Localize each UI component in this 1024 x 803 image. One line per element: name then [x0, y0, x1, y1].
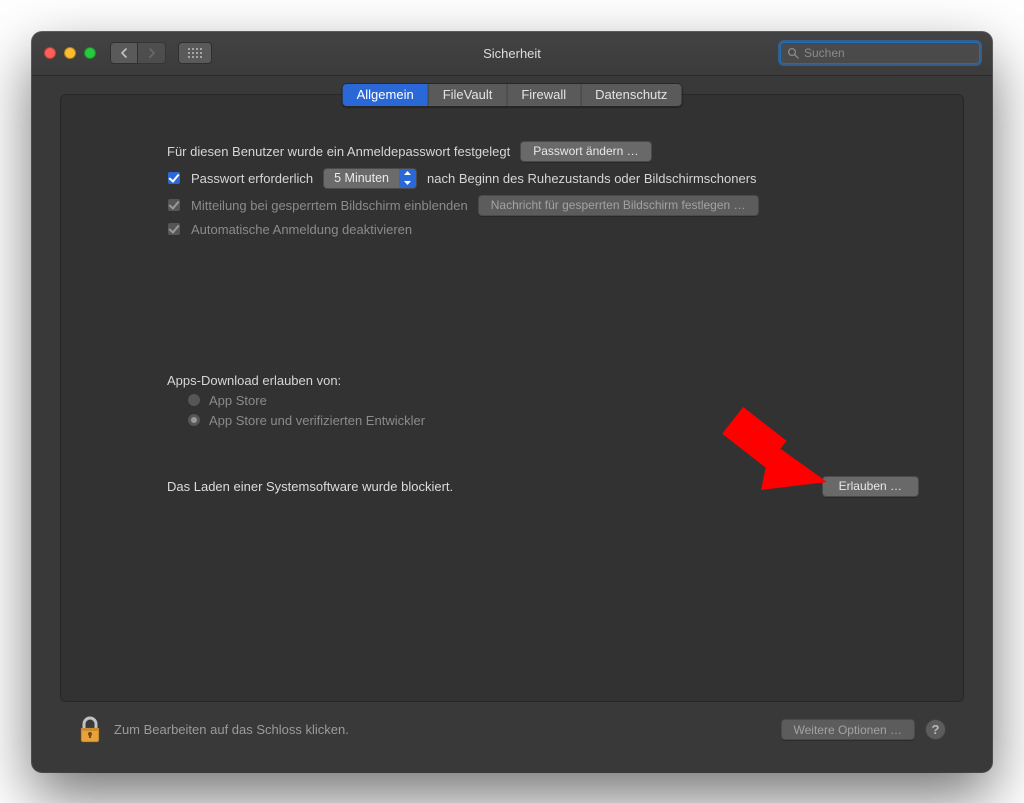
disable-autologin-checkbox	[167, 222, 181, 236]
toolbar-nav	[110, 42, 212, 64]
tab-firewall[interactable]: Firewall	[507, 84, 581, 106]
password-set-text: Für diesen Benutzer wurde ein Anmeldepas…	[167, 144, 510, 159]
footer: Zum Bearbeiten auf das Schloss klicken. …	[60, 702, 964, 758]
tab-bar: Allgemein FileVault Firewall Datenschutz	[342, 83, 683, 107]
back-button[interactable]	[110, 42, 138, 64]
lock-message-row: Mitteilung bei gesperrtem Bildschirm ein…	[167, 195, 919, 216]
lock-hint-text: Zum Bearbeiten auf das Schloss klicken.	[114, 722, 349, 737]
allow-button[interactable]: Erlauben …	[822, 476, 919, 497]
help-button[interactable]: ?	[925, 719, 946, 740]
forward-button[interactable]	[138, 42, 166, 64]
advanced-button: Weitere Optionen …	[781, 719, 916, 740]
titlebar: Sicherheit	[32, 32, 992, 76]
apps-heading: Apps-Download erlauben von:	[167, 373, 919, 388]
lock-message-checkbox	[167, 198, 181, 212]
require-password-delay-value: 5 Minuten	[324, 171, 399, 185]
require-password-delay-select[interactable]: 5 Minuten	[323, 168, 417, 189]
general-pane: Allgemein FileVault Firewall Datenschutz…	[60, 94, 964, 702]
traffic-lights	[44, 47, 96, 59]
zoom-window-button[interactable]	[84, 47, 96, 59]
lock-message-label: Mitteilung bei gesperrtem Bildschirm ein…	[191, 198, 468, 213]
set-lock-message-button: Nachricht für gesperrten Bildschirm fest…	[478, 195, 759, 216]
apps-section: Apps-Download erlauben von: App Store Ap…	[167, 373, 919, 428]
search-field[interactable]	[780, 42, 980, 64]
change-password-button[interactable]: Passwort ändern …	[520, 141, 651, 162]
blocked-software-text: Das Laden einer Systemsoftware wurde blo…	[167, 479, 453, 494]
tab-privacy[interactable]: Datenschutz	[581, 84, 681, 106]
lock-icon[interactable]	[78, 715, 102, 745]
close-window-button[interactable]	[44, 47, 56, 59]
require-password-checkbox[interactable]	[167, 171, 181, 185]
tab-general[interactable]: Allgemein	[343, 84, 429, 106]
apps-radio-appstore-row: App Store	[187, 393, 919, 408]
require-password-label: Passwort erforderlich	[191, 171, 313, 186]
apps-radio-identified-row: App Store und verifizierten Entwickler	[187, 413, 919, 428]
require-password-row: Passwort erforderlich 5 Minuten nach Beg…	[167, 168, 919, 189]
apps-radio-identified	[187, 413, 201, 427]
apps-radio-appstore-label: App Store	[209, 393, 267, 408]
search-icon	[787, 47, 799, 59]
disable-autologin-row: Automatische Anmeldung deaktivieren	[167, 222, 919, 237]
blocked-software-row: Das Laden einer Systemsoftware wurde blo…	[167, 476, 919, 497]
search-input[interactable]	[804, 46, 973, 60]
password-set-row: Für diesen Benutzer wurde ein Anmeldepas…	[167, 141, 919, 162]
require-password-after-text: nach Beginn des Ruhezustands oder Bildsc…	[427, 171, 757, 186]
apps-radio-appstore	[187, 393, 201, 407]
tab-filevault[interactable]: FileVault	[429, 84, 508, 106]
security-prefs-window: Sicherheit Allgemein FileVault Firewall …	[32, 32, 992, 772]
apps-radio-identified-label: App Store und verifizierten Entwickler	[209, 413, 425, 428]
content-area: Allgemein FileVault Firewall Datenschutz…	[32, 76, 992, 772]
minimize-window-button[interactable]	[64, 47, 76, 59]
select-stepper-icon	[399, 169, 416, 188]
disable-autologin-label: Automatische Anmeldung deaktivieren	[191, 222, 412, 237]
show-all-button[interactable]	[178, 42, 212, 64]
